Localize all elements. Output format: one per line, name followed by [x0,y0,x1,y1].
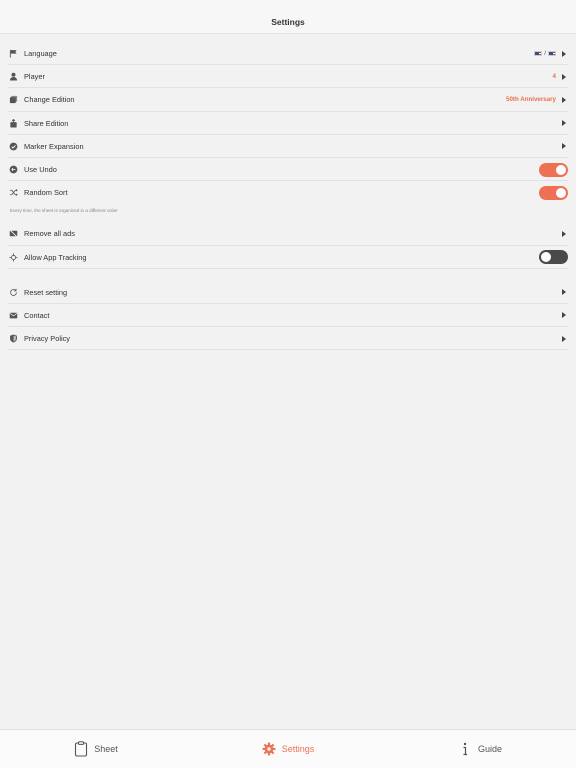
info-icon [463,742,467,756]
checkmark-circle-icon [8,141,18,151]
chevron-right-icon [562,50,566,57]
tab-sheet-label: Sheet [94,744,118,754]
navigation-bar: Settings [0,0,576,34]
tab-settings[interactable]: Settings [192,730,384,768]
chevron-right-icon [562,289,566,296]
random-sort-footnote: Every time, the sheet is organized in a … [10,208,118,214]
privacy-policy-label: Privacy Policy [24,334,70,344]
no-ads-icon [8,229,18,239]
us-flag-icon [548,50,556,57]
shield-icon [8,334,18,344]
tab-guide[interactable]: Guide [384,730,576,768]
language-row[interactable]: Language / [0,42,576,66]
language-value: / [534,50,556,57]
shuffle-icon [8,188,18,198]
gear-icon [262,742,276,756]
tracking-icon [8,252,18,262]
app-tracking-row: Allow App Tracking [0,246,576,269]
stack-icon [8,95,18,105]
page-title: Settings [271,16,305,27]
settings-list: Language / Player 4 Change Edition 50th … [0,42,576,351]
player-label: Player [24,72,45,82]
chevron-right-icon [562,120,566,127]
share-edition-row[interactable]: Share Edition [0,112,576,135]
reset-setting-row[interactable]: Reset setting [0,281,576,305]
change-edition-label: Change Edition [24,95,75,105]
random-sort-row: Random Sort [0,181,576,204]
change-edition-row[interactable]: Change Edition 50th Anniversary [0,88,576,112]
use-undo-toggle[interactable] [539,162,568,177]
remove-ads-label: Remove all ads [24,229,75,239]
marker-expansion-row[interactable]: Marker Expansion [0,135,576,159]
envelope-icon [8,310,18,320]
person-icon [8,72,18,82]
chevron-right-icon [562,312,566,319]
chevron-right-icon [562,73,566,80]
random-sort-label: Random Sort [24,188,68,198]
toggle-knob [541,252,551,263]
us-flag-icon [534,50,543,57]
flag-icon [8,49,18,59]
player-value: 4 [552,73,556,81]
app-tracking-toggle[interactable] [539,250,568,265]
tab-bar: Sheet Settings Guide [0,729,576,768]
share-edition-label: Share Edition [24,118,69,128]
reset-icon [8,287,18,297]
language-label: Language [24,49,57,59]
privacy-policy-row[interactable]: Privacy Policy [0,327,576,351]
contact-row[interactable]: Contact [0,304,576,328]
tab-sheet[interactable]: Sheet [0,730,192,768]
language-separator: / [544,50,546,58]
player-row[interactable]: Player 4 [0,65,576,89]
toggle-knob [556,187,566,198]
tab-settings-label: Settings [281,744,315,754]
app-tracking-label: Allow App Tracking [24,252,87,262]
contact-label: Contact [24,310,50,320]
toggle-knob [556,164,566,175]
use-undo-row: Use Undo [0,158,576,182]
undo-icon [8,165,18,175]
edition-value: 50th Anniversary [506,96,556,104]
marker-expansion-label: Marker Expansion [24,141,84,151]
share-icon [8,118,18,128]
chevron-right-icon [562,335,566,342]
random-sort-toggle[interactable] [539,185,568,200]
tab-guide-label: Guide [477,744,503,754]
chevron-right-icon [562,96,566,103]
chevron-right-icon [562,230,566,237]
use-undo-label: Use Undo [24,165,57,175]
reset-setting-label: Reset setting [24,287,68,297]
clipboard-icon [75,741,88,757]
chevron-right-icon [562,143,566,150]
remove-ads-row[interactable]: Remove all ads [0,222,576,246]
